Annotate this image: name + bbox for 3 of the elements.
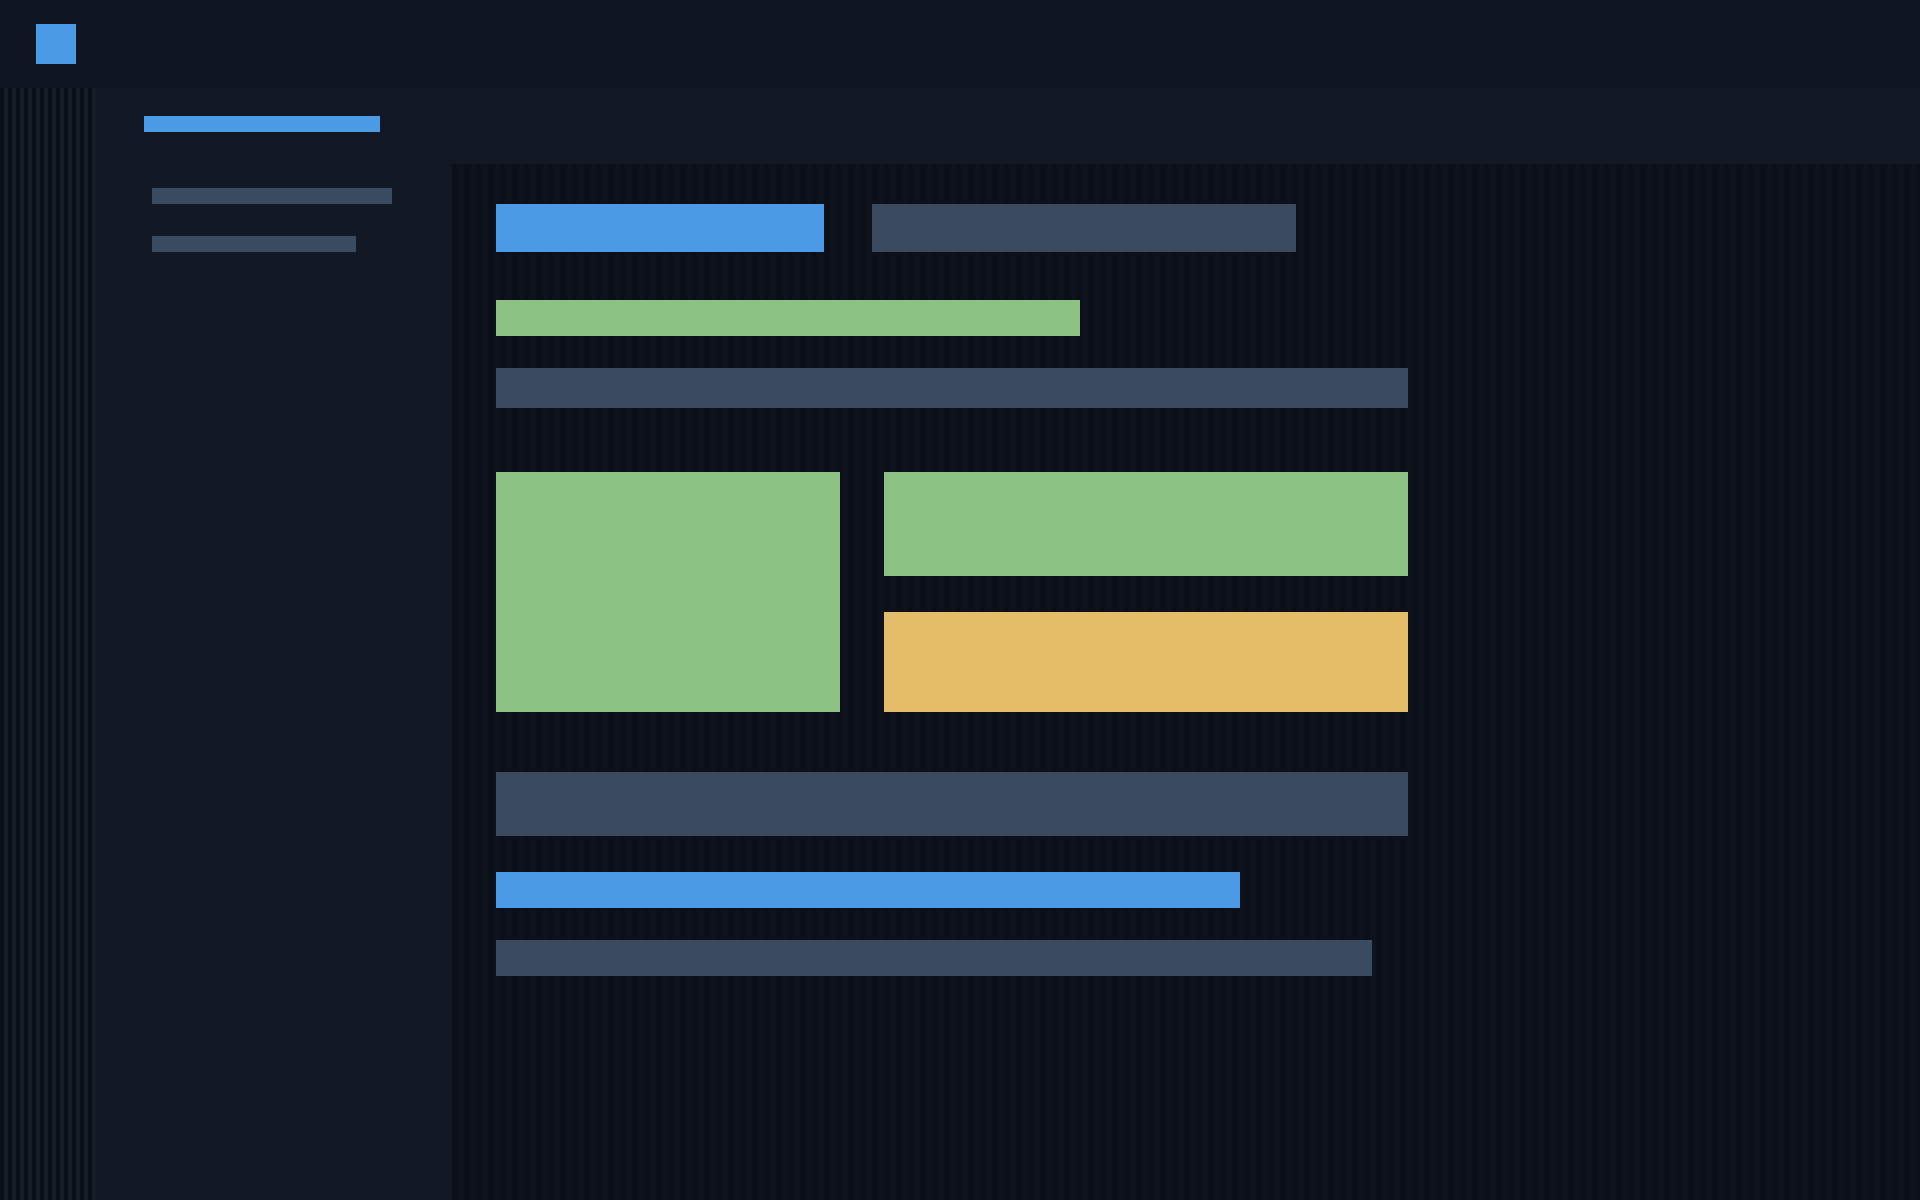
sidebar-item[interactable]: [152, 188, 392, 204]
sidebar-item[interactable]: [152, 236, 356, 252]
sidebar-item[interactable]: [144, 116, 380, 132]
